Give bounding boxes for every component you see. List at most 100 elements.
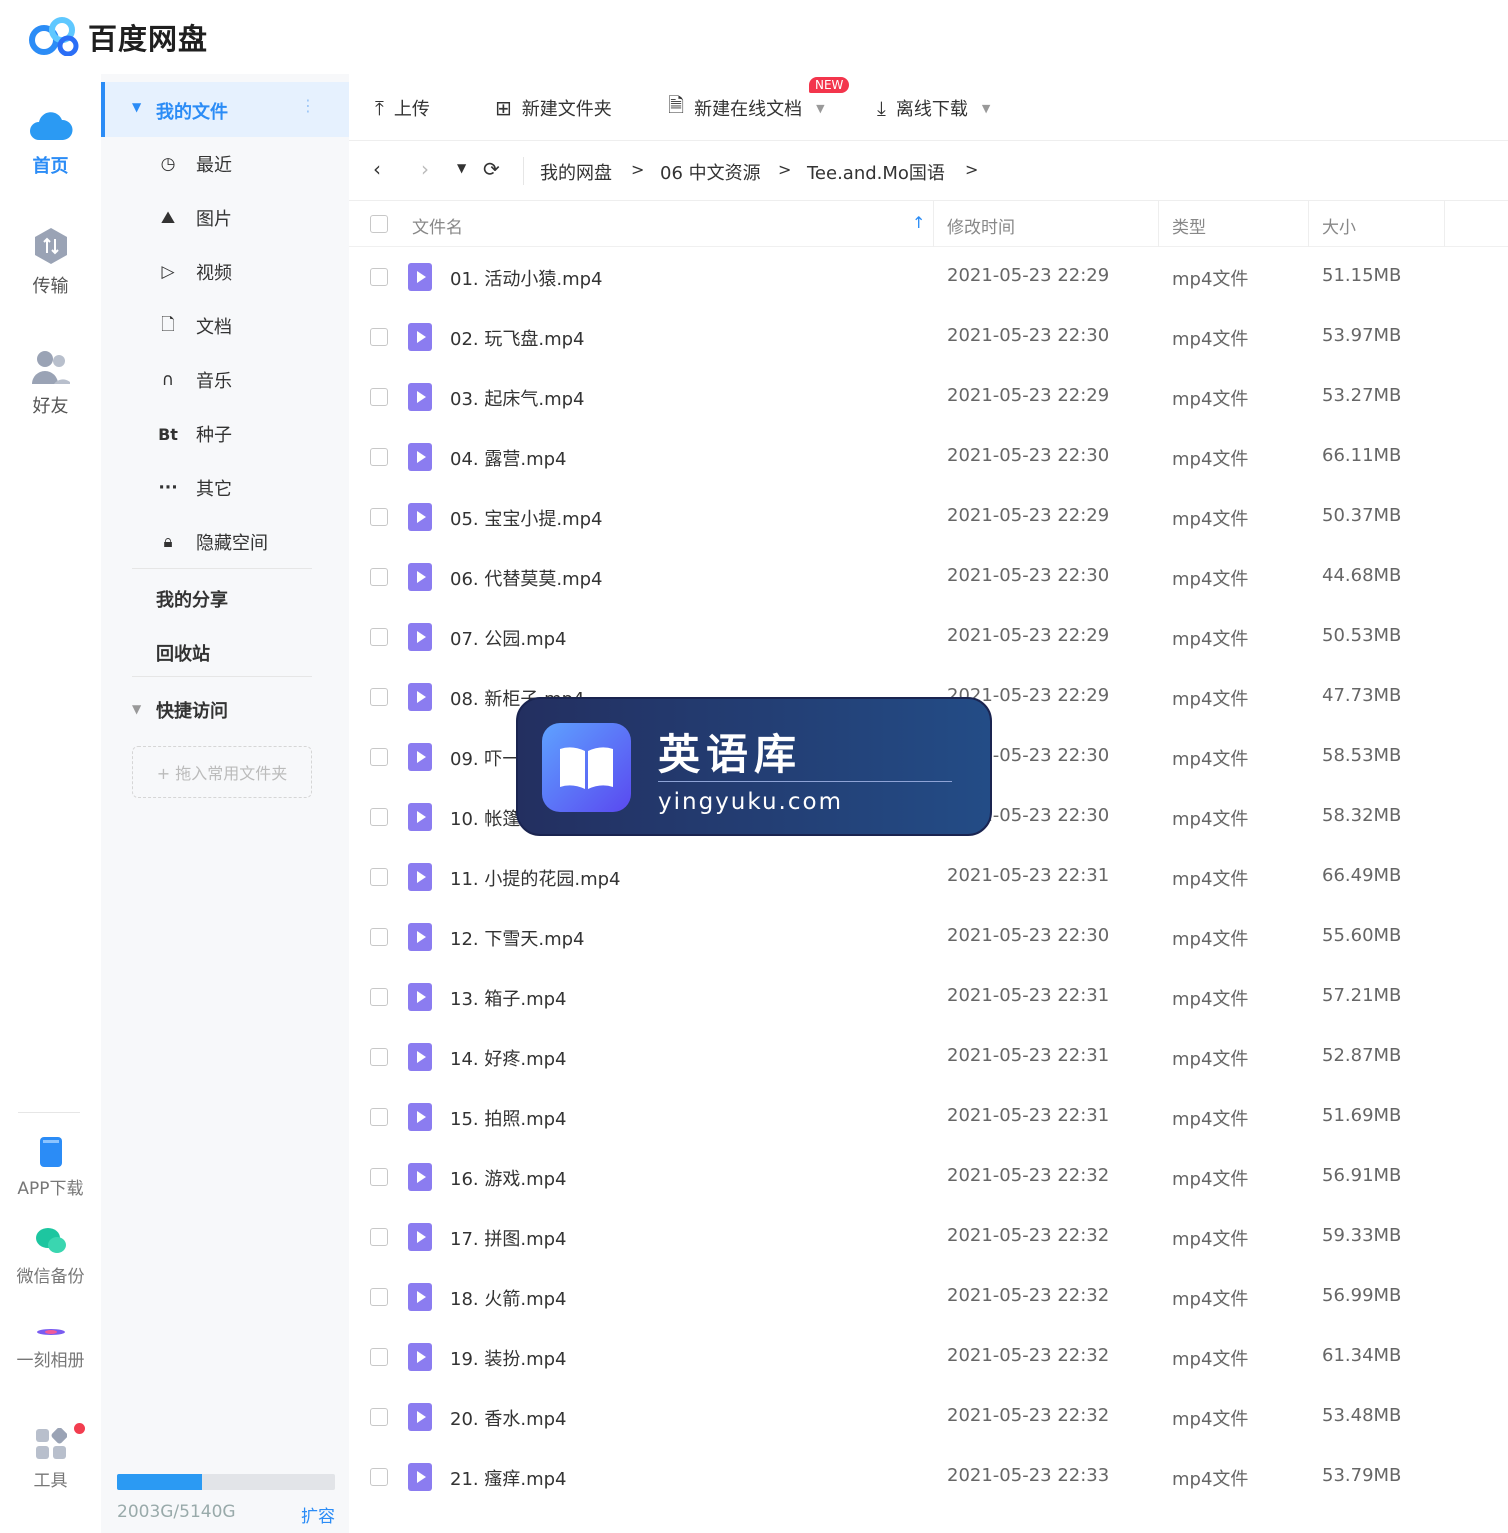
table-row[interactable]: 03. 起床气.mp4 2021-05-23 22:29 mp4文件 53.27MB <box>349 367 1508 427</box>
row-checkbox[interactable] <box>370 748 388 766</box>
row-checkbox[interactable] <box>370 448 388 466</box>
table-row[interactable]: 04. 露营.mp4 2021-05-23 22:30 mp4文件 66.11MB <box>349 427 1508 487</box>
table-row[interactable]: 16. 游戏.mp4 2021-05-23 22:32 mp4文件 56.91MB <box>349 1147 1508 1207</box>
breadcrumb-item[interactable]: Tee.and.Mo国语 <box>807 159 945 185</box>
refresh-icon[interactable]: ⟳ <box>483 157 500 181</box>
caret-down-icon[interactable]: ▼ <box>132 702 141 716</box>
breadcrumb-item[interactable]: 我的网盘 <box>540 159 612 185</box>
sidebar-item-other[interactable]: ··· 其它 <box>101 468 349 508</box>
rail-home[interactable]: 首页 <box>0 106 101 178</box>
file-name[interactable]: 03. 起床气.mp4 <box>450 385 584 411</box>
row-checkbox[interactable] <box>370 1348 388 1366</box>
row-checkbox[interactable] <box>370 928 388 946</box>
row-checkbox[interactable] <box>370 1228 388 1246</box>
baidu-netdisk-logo-icon[interactable] <box>28 16 80 56</box>
file-name[interactable]: 06. 代替莫莫.mp4 <box>450 565 602 591</box>
sidebar-item-music[interactable]: ∩ 音乐 <box>101 360 349 400</box>
table-row[interactable]: 20. 香水.mp4 2021-05-23 22:32 mp4文件 53.48MB <box>349 1387 1508 1447</box>
column-divider[interactable] <box>1158 201 1159 247</box>
file-name[interactable]: 05. 宝宝小提.mp4 <box>450 505 602 531</box>
file-name[interactable]: 11. 小提的花园.mp4 <box>450 865 620 891</box>
sidebar-item-recycle-bin[interactable]: 回收站 <box>156 640 210 666</box>
file-name[interactable]: 21. 瘙痒.mp4 <box>450 1465 566 1491</box>
offline-download-button[interactable]: ⤓ 离线下载 ▼ <box>877 94 990 122</box>
rail-album[interactable]: 一刻相册 <box>0 1324 101 1371</box>
rail-friends[interactable]: 好友 <box>0 348 101 418</box>
row-checkbox[interactable] <box>370 508 388 526</box>
table-row[interactable]: 13. 箱子.mp4 2021-05-23 22:31 mp4文件 57.21MB <box>349 967 1508 1027</box>
sidebar-item-torrents[interactable]: Bt 种子 <box>101 414 349 454</box>
file-name[interactable]: 04. 露营.mp4 <box>450 445 566 471</box>
row-checkbox[interactable] <box>370 568 388 586</box>
rail-wechat-backup[interactable]: 微信备份 <box>0 1226 101 1287</box>
rail-app-download[interactable]: APP下载 <box>0 1136 101 1199</box>
row-checkbox[interactable] <box>370 1288 388 1306</box>
column-header-size[interactable]: 大小 <box>1322 213 1356 238</box>
row-checkbox[interactable] <box>370 628 388 646</box>
column-divider[interactable] <box>1308 201 1309 247</box>
back-arrow-icon[interactable]: ‹ <box>373 157 381 181</box>
upload-button[interactable]: ⤒ 上传 <box>375 94 430 122</box>
column-divider[interactable] <box>1444 201 1445 247</box>
file-name[interactable]: 13. 箱子.mp4 <box>450 985 566 1011</box>
table-row[interactable]: 19. 装扮.mp4 2021-05-23 22:32 mp4文件 61.34MB <box>349 1327 1508 1387</box>
row-checkbox[interactable] <box>370 868 388 886</box>
file-name[interactable]: 02. 玩飞盘.mp4 <box>450 325 584 351</box>
sidebar-item-my-files[interactable]: ▼ 我的文件 ⋮ <box>101 82 349 137</box>
table-row[interactable]: 01. 活动小猿.mp4 2021-05-23 22:29 mp4文件 51.15MB <box>349 247 1508 307</box>
row-checkbox[interactable] <box>370 1468 388 1486</box>
row-checkbox[interactable] <box>370 1048 388 1066</box>
sidebar-item-docs[interactable]: 🗋 文档 <box>101 306 349 346</box>
column-header-time[interactable]: 修改时间 <box>947 213 1015 238</box>
sidebar-item-videos[interactable]: ▷ 视频 <box>101 252 349 292</box>
new-folder-button[interactable]: ⊞ 新建文件夹 <box>495 94 612 122</box>
table-row[interactable]: 21. 瘙痒.mp4 2021-05-23 22:33 mp4文件 53.79MB <box>349 1447 1508 1507</box>
quick-access-heading[interactable]: 快捷访问 <box>156 697 228 723</box>
file-name[interactable]: 12. 下雪天.mp4 <box>450 925 584 951</box>
more-vertical-icon[interactable]: ⋮ <box>300 96 316 115</box>
file-name[interactable]: 07. 公园.mp4 <box>450 625 566 651</box>
table-row[interactable]: 07. 公园.mp4 2021-05-23 22:29 mp4文件 50.53MB <box>349 607 1508 667</box>
table-row[interactable]: 12. 下雪天.mp4 2021-05-23 22:30 mp4文件 55.60MB <box>349 907 1508 967</box>
quick-access-drop-zone[interactable]: + 拖入常用文件夹 <box>132 746 312 798</box>
file-name[interactable]: 01. 活动小猿.mp4 <box>450 265 602 291</box>
column-divider[interactable] <box>933 201 934 247</box>
file-name[interactable]: 16. 游戏.mp4 <box>450 1165 566 1191</box>
chevron-down-icon[interactable]: ▼ <box>982 102 990 115</box>
column-header-type[interactable]: 类型 <box>1172 213 1206 238</box>
file-name[interactable]: 18. 火箭.mp4 <box>450 1285 566 1311</box>
sidebar-item-recent[interactable]: ◷ 最近 <box>101 144 349 184</box>
table-row[interactable]: 02. 玩飞盘.mp4 2021-05-23 22:30 mp4文件 53.97MB <box>349 307 1508 367</box>
sidebar-item-my-share[interactable]: 我的分享 <box>156 586 228 612</box>
table-row[interactable]: 05. 宝宝小提.mp4 2021-05-23 22:29 mp4文件 50.37MB <box>349 487 1508 547</box>
file-name[interactable]: 14. 好疼.mp4 <box>450 1045 566 1071</box>
expand-storage-link[interactable]: 扩容 <box>301 1502 335 1527</box>
row-checkbox[interactable] <box>370 268 388 286</box>
row-checkbox[interactable] <box>370 388 388 406</box>
file-name[interactable]: 15. 拍照.mp4 <box>450 1105 566 1131</box>
file-name[interactable]: 17. 拼图.mp4 <box>450 1225 566 1251</box>
sidebar-item-images[interactable]: ⛰ 图片 <box>101 198 349 238</box>
row-checkbox[interactable] <box>370 1168 388 1186</box>
history-dropdown-icon[interactable]: ▼ <box>457 161 466 175</box>
row-checkbox[interactable] <box>370 1408 388 1426</box>
row-checkbox[interactable] <box>370 808 388 826</box>
file-name[interactable]: 20. 香水.mp4 <box>450 1405 566 1431</box>
table-row[interactable]: 06. 代替莫莫.mp4 2021-05-23 22:30 mp4文件 44.68MB <box>349 547 1508 607</box>
row-checkbox[interactable] <box>370 328 388 346</box>
new-online-doc-button[interactable]: 🗎 新建在线文档 ▼ <box>668 93 825 122</box>
row-checkbox[interactable] <box>370 1108 388 1126</box>
file-name[interactable]: 19. 装扮.mp4 <box>450 1345 566 1371</box>
rail-tools[interactable]: 工具 <box>0 1428 101 1491</box>
sidebar-item-hidden-space[interactable]: 🔒︎ 隐藏空间 <box>101 522 349 562</box>
select-all-checkbox[interactable] <box>370 215 388 233</box>
table-row[interactable]: 15. 拍照.mp4 2021-05-23 22:31 mp4文件 51.69MB <box>349 1087 1508 1147</box>
rail-transfer[interactable]: 传输 <box>0 226 101 298</box>
table-row[interactable]: 18. 火箭.mp4 2021-05-23 22:32 mp4文件 56.99MB <box>349 1267 1508 1327</box>
row-checkbox[interactable] <box>370 988 388 1006</box>
chevron-down-icon[interactable]: ▼ <box>816 102 824 115</box>
sort-ascending-icon[interactable]: ↑ <box>912 213 925 232</box>
forward-arrow-icon[interactable]: › <box>421 157 429 181</box>
row-checkbox[interactable] <box>370 688 388 706</box>
column-header-name[interactable]: 文件名 <box>412 213 463 238</box>
